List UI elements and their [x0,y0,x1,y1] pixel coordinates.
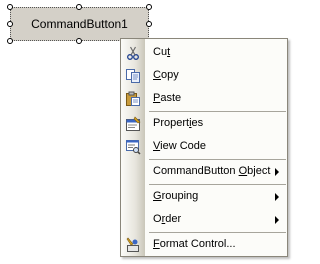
resize-handle-middle-left[interactable] [7,21,13,27]
resize-handle-top-right[interactable] [146,4,152,10]
properties-icon [125,116,141,132]
menu-item-format-control[interactable]: Format Control... [121,233,287,256]
resize-handle-bottom-middle[interactable] [76,38,82,44]
menu-item-label: Paste [153,92,182,104]
menu-item-label: CommandButton Object [153,165,271,177]
menu-item-label: Grouping [153,190,199,202]
menu-item-label: Copy [153,69,179,81]
submenu-arrow-icon [275,168,279,176]
menu-item-label: Order [153,213,182,225]
resize-handle-top-middle[interactable] [76,4,82,10]
menu-item-label: Format Control... [153,238,236,250]
command-button[interactable]: CommandButton1 [10,7,149,41]
menu-item-paste[interactable]: Paste [121,87,287,110]
resize-handle-top-left[interactable] [7,4,13,10]
menu-item-label: View Code [153,140,206,152]
format-control-icon [125,237,141,253]
copy-icon [125,68,141,84]
menu-item-order[interactable]: Order [121,208,287,231]
menu-item-copy[interactable]: Copy [121,64,287,87]
submenu-arrow-icon [275,193,279,201]
menu-item-view-code[interactable]: View Code [121,135,287,158]
command-button-label: CommandButton1 [31,17,128,31]
menu-item-cut[interactable]: Cut [121,41,287,64]
paste-icon [125,91,141,107]
resize-handle-bottom-left[interactable] [7,38,13,44]
scissors-icon [125,45,141,61]
resize-handle-middle-right[interactable] [146,21,152,27]
context-menu: Cut Copy Paste Properties View Code Comm… [120,38,288,257]
menu-item-commandbutton-object[interactable]: CommandButton Object [121,160,287,183]
menu-item-grouping[interactable]: Grouping [121,185,287,208]
menu-item-label: Cut [153,46,171,58]
menu-item-properties[interactable]: Properties [121,112,287,135]
menu-item-label: Properties [153,117,204,129]
view-code-icon [125,139,141,155]
submenu-arrow-icon [275,216,279,224]
